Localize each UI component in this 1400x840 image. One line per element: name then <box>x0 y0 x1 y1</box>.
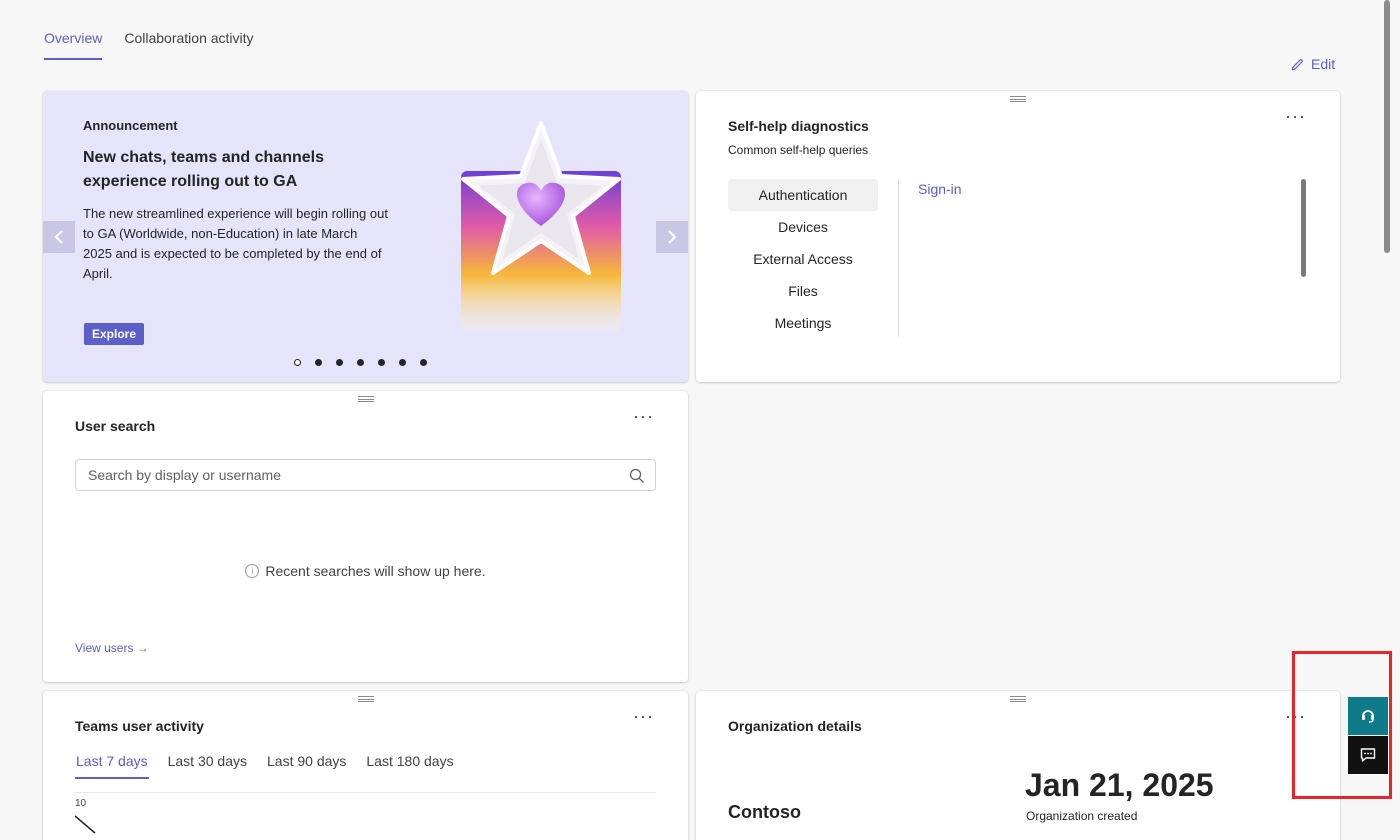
more-options-button[interactable]: ··· <box>1285 107 1306 125</box>
organization-name: Contoso <box>728 802 801 822</box>
more-options-button[interactable]: ··· <box>633 407 654 425</box>
self-help-title: Self-help diagnostics <box>728 118 869 134</box>
drag-handle[interactable] <box>357 396 374 402</box>
announcement-card: Announcement New chats, teams and channe… <box>43 91 688 382</box>
divider <box>898 179 899 337</box>
tab-collaboration-activity[interactable]: Collaboration activity <box>124 30 253 60</box>
teams-user-activity-card: Teams user activity ··· Last 7 days Last… <box>43 691 688 840</box>
page-scrollbar[interactable] <box>1384 0 1390 253</box>
chevron-left-icon <box>54 230 63 244</box>
recent-searches-message: i Recent searches will show up here. <box>43 563 688 579</box>
view-users-link[interactable]: View users → <box>75 641 149 655</box>
tab-last-180-days[interactable]: Last 180 days <box>365 753 454 779</box>
self-help-card: Self-help diagnostics ··· Common self-he… <box>696 91 1340 382</box>
category-files[interactable]: Files <box>728 275 878 307</box>
explore-button[interactable]: Explore <box>84 323 145 345</box>
star-heart-illustration <box>461 121 621 331</box>
carousel-dot[interactable] <box>399 359 406 366</box>
drag-handle[interactable] <box>1010 96 1026 102</box>
support-button[interactable] <box>1348 697 1388 735</box>
carousel-dot[interactable] <box>420 359 427 366</box>
organization-created-date: Jan 21, 2025 <box>1025 767 1214 803</box>
organization-created-label: Organization created <box>1026 809 1138 823</box>
period-tabs: Last 7 days Last 30 days Last 90 days La… <box>75 753 455 779</box>
chevron-right-icon <box>668 230 677 244</box>
self-help-subtitle: Common self-help queries <box>728 143 869 157</box>
tab-last-7-days[interactable]: Last 7 days <box>75 753 149 779</box>
scrollbar[interactable] <box>1301 179 1306 277</box>
carousel-dot[interactable] <box>336 359 343 366</box>
info-icon: i <box>245 564 260 578</box>
carousel-dot[interactable] <box>294 359 301 366</box>
drag-handle[interactable] <box>1010 696 1026 702</box>
self-help-category-list: Authentication Devices External Access F… <box>728 179 878 339</box>
drag-handle[interactable] <box>357 696 374 702</box>
carousel-dot[interactable] <box>378 359 385 366</box>
carousel-next-button[interactable] <box>656 221 688 253</box>
carousel-prev-button[interactable] <box>43 221 75 253</box>
tab-last-30-days[interactable]: Last 30 days <box>167 753 248 779</box>
user-search-card: User search ··· i Recent searches will s… <box>43 391 688 682</box>
feedback-icon <box>1360 748 1376 762</box>
org-details-title: Organization details <box>728 718 862 734</box>
announcement-label: Announcement <box>83 118 178 133</box>
headset-icon <box>1362 710 1374 723</box>
carousel-dot[interactable] <box>357 359 364 366</box>
category-authentication[interactable]: Authentication <box>728 179 878 211</box>
feedback-button[interactable] <box>1348 736 1388 774</box>
page-tabs: Overview Collaboration activity <box>44 30 254 60</box>
tab-last-90-days[interactable]: Last 90 days <box>266 753 347 779</box>
carousel-dot[interactable] <box>315 359 322 366</box>
more-options-button[interactable]: ··· <box>633 707 654 725</box>
chart-y-tick: 10 <box>75 798 87 809</box>
edit-button[interactable]: Edit <box>1290 56 1335 72</box>
category-meetings[interactable]: Meetings <box>728 307 878 339</box>
search-box <box>75 459 656 491</box>
organization-details-card: Organization details ··· Contoso Jan 21,… <box>696 691 1340 840</box>
user-search-title: User search <box>75 418 156 434</box>
activity-chart-line <box>75 815 96 834</box>
announcement-headline: New chats, teams and channels experience… <box>83 149 324 190</box>
category-external-access[interactable]: External Access <box>728 243 878 275</box>
search-icon[interactable] <box>629 468 645 484</box>
teams-activity-title: Teams user activity <box>75 718 204 734</box>
sign-in-link[interactable]: Sign-in <box>918 181 962 197</box>
tab-overview[interactable]: Overview <box>44 30 103 60</box>
search-input[interactable] <box>76 460 616 490</box>
edit-label: Edit <box>1311 56 1336 72</box>
carousel-dots <box>294 359 427 366</box>
announcement-body: The new streamlined experience will begi… <box>83 206 388 281</box>
pencil-icon <box>1291 58 1304 70</box>
recent-searches-text: Recent searches will show up here. <box>265 563 486 579</box>
category-devices[interactable]: Devices <box>728 211 878 243</box>
chart-divider <box>75 792 656 793</box>
